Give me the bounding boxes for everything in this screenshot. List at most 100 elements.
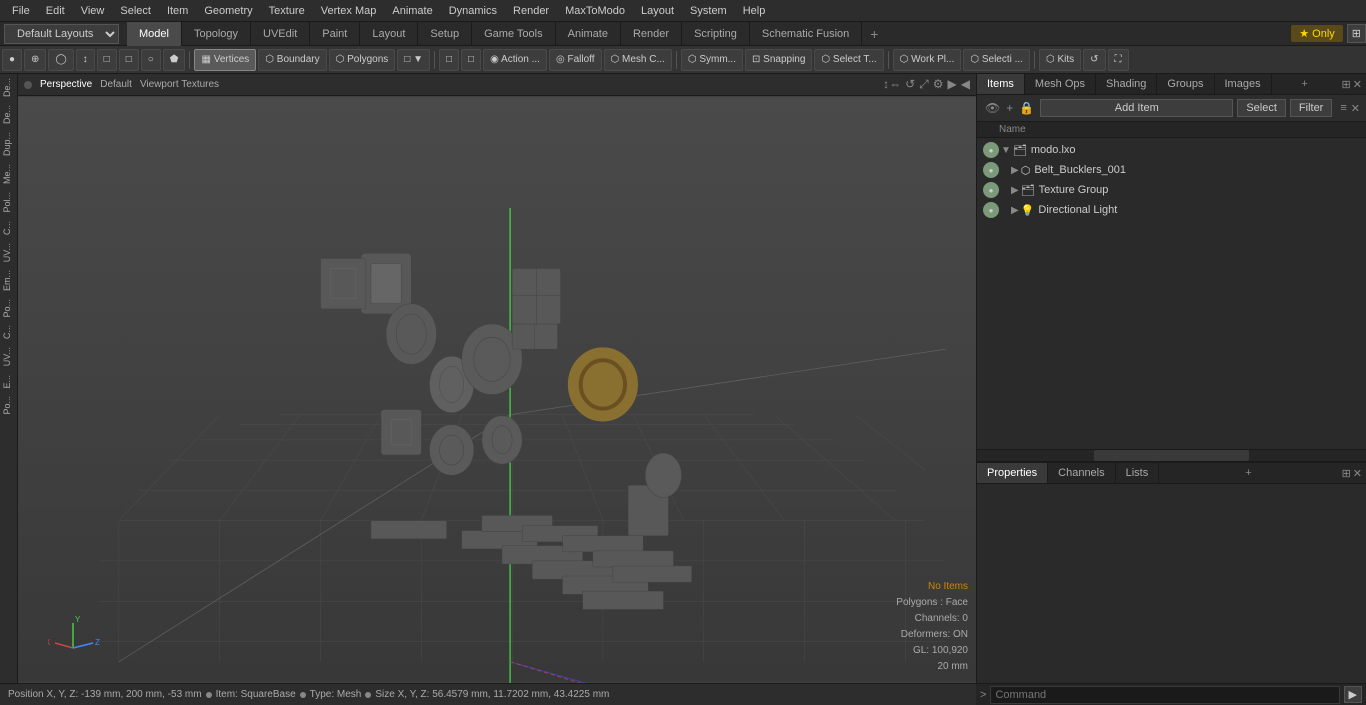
tool-polygons[interactable]: ⬡ Polygons <box>329 49 396 71</box>
items-visibility-btn[interactable]: 👁 <box>983 99 1002 117</box>
menu-system[interactable]: System <box>682 0 735 22</box>
tool-world[interactable]: ⊕ <box>24 49 46 71</box>
layout-tab-render[interactable]: Render <box>621 22 682 46</box>
item-row-texgroup[interactable]: ● ▶ 🗂 Texture Group <box>977 180 1366 200</box>
props-tab-channels[interactable]: Channels <box>1048 463 1115 483</box>
tool-fullscreen[interactable]: ⛶ <box>1108 49 1129 71</box>
tool-rotate-left[interactable]: ↺ <box>1083 49 1105 71</box>
items-tab-shading[interactable]: Shading <box>1096 74 1157 94</box>
item-expand-dirlight[interactable]: ▶ <box>1011 205 1019 216</box>
layout-tab-layout[interactable]: Layout <box>360 22 418 46</box>
vp-ctrl-settings[interactable]: ⚙ <box>933 77 944 92</box>
tool-selecti[interactable]: ⬡ Selecti ... <box>963 49 1030 71</box>
menu-geometry[interactable]: Geometry <box>196 0 260 22</box>
layout-tab-gametools[interactable]: Game Tools <box>472 22 556 46</box>
tool-mesh-c[interactable]: ⬡ Mesh C... <box>604 49 672 71</box>
tool-select-t[interactable]: ⬡ Select T... <box>814 49 883 71</box>
menu-edit[interactable]: Edit <box>38 0 73 22</box>
tool-snap[interactable]: ◯ <box>48 49 73 71</box>
item-expand-texgroup[interactable]: ▶ <box>1011 185 1019 196</box>
item-row-belt[interactable]: ● ▶ ⬡ Belt_Bucklers_001 <box>977 160 1366 180</box>
viewport-display-mode[interactable]: Viewport Textures <box>140 79 219 90</box>
sidebar-item-po2[interactable]: Po... <box>0 392 17 419</box>
vp-ctrl-rotate[interactable]: ↺ <box>905 77 915 92</box>
command-input[interactable] <box>990 686 1339 704</box>
tool-mode-dropdown[interactable]: □ ▼ <box>397 49 430 71</box>
props-tab-properties[interactable]: Properties <box>977 463 1048 483</box>
menu-render[interactable]: Render <box>505 0 557 22</box>
menu-select[interactable]: Select <box>112 0 159 22</box>
sidebar-item-uv1[interactable]: UV... <box>0 239 17 266</box>
item-eye-modo[interactable]: ● <box>983 142 999 158</box>
layout-tab-schematic[interactable]: Schematic Fusion <box>750 22 862 46</box>
layout-dropdown[interactable]: Default Layouts <box>4 24 119 44</box>
sidebar-item-de1[interactable]: De... <box>0 74 17 101</box>
command-run-button[interactable]: ▶ <box>1344 686 1362 703</box>
tool-snapping[interactable]: ⊡ Snapping <box>745 49 812 71</box>
sidebar-item-em[interactable]: Em... <box>0 266 17 295</box>
items-toolbar-close[interactable]: ✕ <box>1351 102 1360 115</box>
items-toolbar-menu[interactable]: ≡ <box>1340 102 1346 114</box>
tool-action[interactable]: ◉ Action ... <box>483 49 547 71</box>
layout-tab-paint[interactable]: Paint <box>310 22 360 46</box>
sidebar-item-c2[interactable]: C... <box>0 321 17 343</box>
menu-animate[interactable]: Animate <box>384 0 440 22</box>
item-expand-modo[interactable]: ▼ <box>1001 145 1011 156</box>
layout-tab-uvedit[interactable]: UVEdit <box>251 22 310 46</box>
layout-tab-add[interactable]: + <box>862 22 886 46</box>
tool-boundary[interactable]: ⬡ Boundary <box>258 49 326 71</box>
menu-file[interactable]: File <box>4 0 38 22</box>
sidebar-item-pol[interactable]: Pol... <box>0 188 17 217</box>
tool-vertices[interactable]: ▦ Vertices <box>194 49 256 71</box>
menu-view[interactable]: View <box>73 0 113 22</box>
items-tab-images[interactable]: Images <box>1215 74 1272 94</box>
sidebar-item-uv2[interactable]: UV... <box>0 343 17 370</box>
tool-box1[interactable]: □ <box>97 49 117 71</box>
item-row-dirlight[interactable]: ● ▶ 💡 Directional Light <box>977 200 1366 220</box>
menu-vertex-map[interactable]: Vertex Map <box>313 0 385 22</box>
viewport[interactable]: Perspective Default Viewport Textures ↕⇔… <box>18 74 976 683</box>
items-close-icon[interactable]: ✕ <box>1353 78 1362 91</box>
tool-symm[interactable]: ⬡ Symm... <box>681 49 743 71</box>
layout-tab-animate[interactable]: Animate <box>556 22 621 46</box>
tool-poly[interactable]: ⬟ <box>163 49 186 71</box>
layout-tab-model[interactable]: Model <box>127 22 182 46</box>
items-lock-btn[interactable]: 🔒 <box>1017 99 1036 117</box>
tool-falloff[interactable]: ◎ Falloff <box>549 49 602 71</box>
item-eye-texgroup[interactable]: ● <box>983 182 999 198</box>
items-tab-groups[interactable]: Groups <box>1157 74 1214 94</box>
props-tab-add[interactable]: + <box>1237 463 1259 483</box>
props-expand-icon[interactable]: ⊞ <box>1342 467 1351 480</box>
sidebar-item-e[interactable]: E... <box>0 371 17 393</box>
item-eye-belt[interactable]: ● <box>983 162 999 178</box>
layout-tab-topology[interactable]: Topology <box>182 22 251 46</box>
sidebar-item-de2[interactable]: De... <box>0 101 17 128</box>
star-only-badge[interactable]: ★ Only <box>1291 25 1343 42</box>
sidebar-item-me[interactable]: Me... <box>0 160 17 188</box>
viewport-camera[interactable]: Perspective <box>40 79 92 90</box>
menu-help[interactable]: Help <box>735 0 774 22</box>
select-button[interactable]: Select <box>1237 99 1286 117</box>
layout-tab-setup[interactable]: Setup <box>418 22 472 46</box>
sidebar-item-c1[interactable]: C... <box>0 217 17 239</box>
items-expand-icon[interactable]: ⊞ <box>1342 78 1351 91</box>
sidebar-item-dup[interactable]: Dup... <box>0 128 17 160</box>
viewport-shading[interactable]: Default <box>100 79 132 90</box>
tool-box3[interactable]: □ <box>439 49 459 71</box>
menu-texture[interactable]: Texture <box>261 0 313 22</box>
tool-transform[interactable]: ↕ <box>76 49 95 71</box>
items-tab-items[interactable]: Items <box>977 74 1025 94</box>
tool-box4[interactable]: □ <box>461 49 481 71</box>
add-item-button[interactable]: Add Item <box>1040 99 1233 117</box>
layout-expand-btn[interactable]: ⊞ <box>1347 24 1366 43</box>
item-row-modo[interactable]: ● ▼ 🗂 modo.lxo <box>977 140 1366 160</box>
items-tab-meshops[interactable]: Mesh Ops <box>1025 74 1096 94</box>
filter-button[interactable]: Filter <box>1290 99 1332 117</box>
tool-box2[interactable]: □ <box>119 49 139 71</box>
vp-ctrl-expand[interactable]: ⤢ <box>919 77 929 92</box>
sidebar-item-po[interactable]: Po... <box>0 295 17 322</box>
props-tab-lists[interactable]: Lists <box>1116 463 1160 483</box>
vp-ctrl-left[interactable]: ◀ <box>961 77 970 92</box>
item-expand-belt[interactable]: ▶ <box>1011 165 1019 176</box>
menu-maxtomodo[interactable]: MaxToModo <box>557 0 633 22</box>
